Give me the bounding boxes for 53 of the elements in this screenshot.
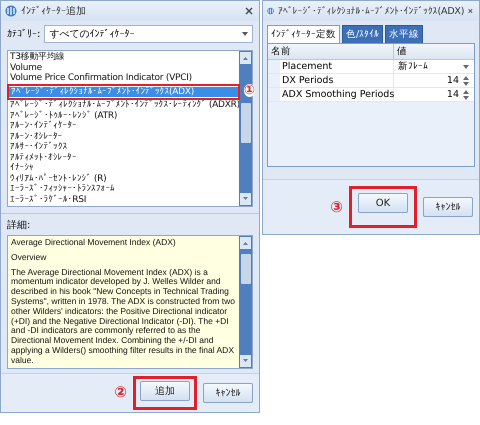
list-item[interactable]: ｴｰﾗｰｽﾞ･ﾌｨｯｼｬｰ･ﾄﾗﾝｽﾌｫｰﾑ <box>8 184 239 194</box>
confirm-button[interactable]: OK <box>358 193 408 213</box>
scroll-thumb[interactable] <box>240 103 250 143</box>
list-item[interactable]: ｱﾙｰﾝ･ｲﾝﾃﾞｨｹｰﾀｰ <box>8 121 239 132</box>
scroll-down-icon[interactable] <box>240 354 251 367</box>
details-paragraph: The Average Directional Movement Index (ADX) is a momentum indicator developed by J. Welles Wilder and described in his book "New Concepts in Technical Trading Systems", written in 1978. The ADX is constructed from two other Wilders' indicators: the Positive Directional indicator (+DI) and the Negative Directional Indicator (-DI). The +DI and -DI indicators are commonly referred to as the Directional Movement Index. Combining the +/-DI and applying a Wilders() smoothing filter results in the final ADX value. <box>11 268 236 366</box>
list-item[interactable]: ｱﾍﾞﾚｰｼﾞ･ﾃﾞｨﾚｸｼｮﾅﾙ･ﾑｰﾌﾞﾒﾝﾄ･ｲﾝﾃﾞｯｸｽ･ﾚｰﾃｨﾝｸﾞ (ADXR) <box>8 100 242 110</box>
caret-icon <box>463 64 469 68</box>
details-label: 詳細: <box>7 218 32 232</box>
number-field[interactable]: 14 <box>394 88 474 101</box>
number-field[interactable]: 14 <box>394 74 474 87</box>
app-icon <box>5 5 17 17</box>
close-icon[interactable] <box>468 7 473 15</box>
list-item[interactable]: Volume <box>8 62 239 73</box>
cancel-button[interactable]: ｷｬﾝｾﾙ <box>423 197 473 217</box>
callout-number: ② <box>114 385 127 400</box>
list-item[interactable]: T3移動平均線 <box>8 52 239 62</box>
list-item[interactable]: ｴｰﾗｰｽﾞ･ﾗｹﾞｰﾙ･RSI <box>8 194 239 205</box>
spinner-icon[interactable] <box>463 90 469 100</box>
cancel-button[interactable]: ｷｬﾝｾﾙ <box>203 382 253 403</box>
category-label: ｶﾃｺﾞﾘｰ: <box>7 28 40 40</box>
list-item[interactable]: ｱﾙﾃｨﾒｯﾄ･ｵｼﾚｰﾀｰ <box>8 152 239 163</box>
list-item[interactable]: ｱﾙｰﾝ･ｵｼﾚｰﾀｰ <box>8 132 239 142</box>
window-title: ｱﾍﾞﾚｰｼﾞ･ﾃﾞｨﾚｸｼｮﾅﾙ･ﾑｰﾌﾞﾒﾝﾄ･ｲﾝﾃﾞｯｸｽ(ADX) <box>278 6 464 16</box>
details-paragraph: Overview <box>11 252 48 263</box>
category-dropdown[interactable]: すべてのｲﾝﾃﾞｨｹｰﾀｰ <box>44 25 253 43</box>
close-icon[interactable] <box>245 7 253 15</box>
list-item[interactable]: ｳｨﾘｱﾑ･ﾊﾟｰｾﾝﾄ･ﾚﾝｼﾞ (R) <box>8 174 239 184</box>
list-item[interactable]: Volume Price Confirmation Indicator (VPCI) <box>8 73 239 84</box>
list-item[interactable]: ｱﾙｻｰ･ｲﾝﾃﾞｯｸｽ <box>8 142 239 152</box>
scroll-thumb[interactable] <box>240 254 250 284</box>
spinner-icon[interactable] <box>463 76 469 86</box>
property-name: ADX Smoothing Periods <box>280 88 394 101</box>
scroll-up-icon[interactable] <box>240 52 251 64</box>
details-paragraph: Average Directional Movement Index (ADX) <box>11 238 177 248</box>
scroll-up-icon[interactable] <box>240 237 251 249</box>
list-item[interactable]: ｲﾅｰｼｬ <box>8 163 239 174</box>
column-header: 名前 <box>268 44 394 59</box>
scroll-down-icon[interactable] <box>240 193 251 205</box>
tab[interactable]: 色/ｽﾀｲﾙ <box>342 25 384 43</box>
tab[interactable]: ｲﾝﾃﾞｨｹｰﾀｰ定数 <box>267 25 340 43</box>
window-title: ｲﾝﾃﾞｨｹｰﾀｰ追加 <box>21 4 87 18</box>
confirm-button[interactable]: 追加 <box>140 380 190 401</box>
tab[interactable]: 水平線 <box>385 25 424 43</box>
value-dropdown[interactable]: 新ﾌﾚｰﾑ <box>394 60 474 73</box>
app-icon <box>267 5 274 17</box>
property-name: DX Periods <box>280 74 394 87</box>
column-header: 値 <box>396 45 408 59</box>
list-item[interactable]: ｱﾍﾞﾚｰｼﾞ･ﾄｩﾙｰ･ﾚﾝｼﾞ (ATR) <box>8 110 239 121</box>
callout-number: ③ <box>330 200 343 214</box>
scrollbar[interactable] <box>239 236 252 368</box>
property-name: Placement <box>280 60 394 73</box>
caret-icon <box>242 32 248 36</box>
